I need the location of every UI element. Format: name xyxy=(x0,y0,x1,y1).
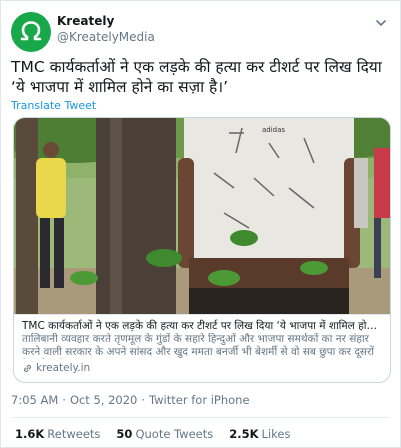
tweet-container: Kreately @KreatelyMedia TMC कार्यकर्ताओं… xyxy=(0,0,401,448)
link-card[interactable]: adidas TMC कार्यकर्ताओं ने एक लड़के की ह… xyxy=(13,117,391,383)
author-handle[interactable]: @KreatelyMedia xyxy=(57,30,155,44)
tweet-date[interactable]: Oct 5, 2020 xyxy=(70,393,137,407)
chevron-down-icon[interactable] xyxy=(374,15,388,29)
card-body[interactable]: TMC कार्यकर्ताओं ने एक लड़के की हत्या कर… xyxy=(14,314,390,382)
retweets-count: 1.6K xyxy=(15,427,45,441)
quotes-label: Quote Tweets xyxy=(135,427,214,441)
author-name[interactable]: Kreately xyxy=(57,14,114,28)
retweets-stat[interactable]: 1.6K Retweets xyxy=(15,427,100,441)
link-icon xyxy=(23,364,32,373)
divider xyxy=(11,417,390,418)
tweet-stats: 1.6K Retweets 50 Quote Tweets 2.5K Likes xyxy=(15,427,290,441)
card-domain-text[interactable]: kreately.in xyxy=(36,362,90,375)
avatar[interactable] xyxy=(11,12,51,52)
meta-separator: · xyxy=(62,393,66,407)
quotes-stat[interactable]: 50 Quote Tweets xyxy=(116,427,213,441)
translate-tweet-link[interactable]: Translate Tweet xyxy=(11,99,96,112)
meta-separator: · xyxy=(141,393,146,407)
likes-count: 2.5K xyxy=(229,427,259,441)
quotes-count: 50 xyxy=(116,427,133,441)
shirt-brand: adidas xyxy=(262,126,285,134)
likes-label: Likes xyxy=(261,427,291,441)
card-image[interactable]: adidas xyxy=(14,118,390,314)
card-domain[interactable]: kreately.in xyxy=(22,362,382,375)
tweet-source: Twitter for iPhone xyxy=(149,393,250,407)
retweets-label: Retweets xyxy=(47,427,101,441)
card-description: तालिबानी व्यवहार करते तृणमूल के गुंडों क… xyxy=(22,333,375,358)
kreately-logo-icon xyxy=(20,21,42,41)
tweet-text: TMC कार्यकर्ताओं ने एक लड़के की हत्या कर… xyxy=(11,58,382,96)
likes-stat[interactable]: 2.5K Likes xyxy=(229,427,290,441)
tweet-meta: 7:05 AM · Oct 5, 2020 · Twitter for iPho… xyxy=(11,393,250,407)
card-title[interactable]: TMC कार्यकर्ताओं ने एक लड़के की हत्या कर… xyxy=(22,319,382,333)
tweet-time[interactable]: 7:05 AM xyxy=(11,393,58,407)
